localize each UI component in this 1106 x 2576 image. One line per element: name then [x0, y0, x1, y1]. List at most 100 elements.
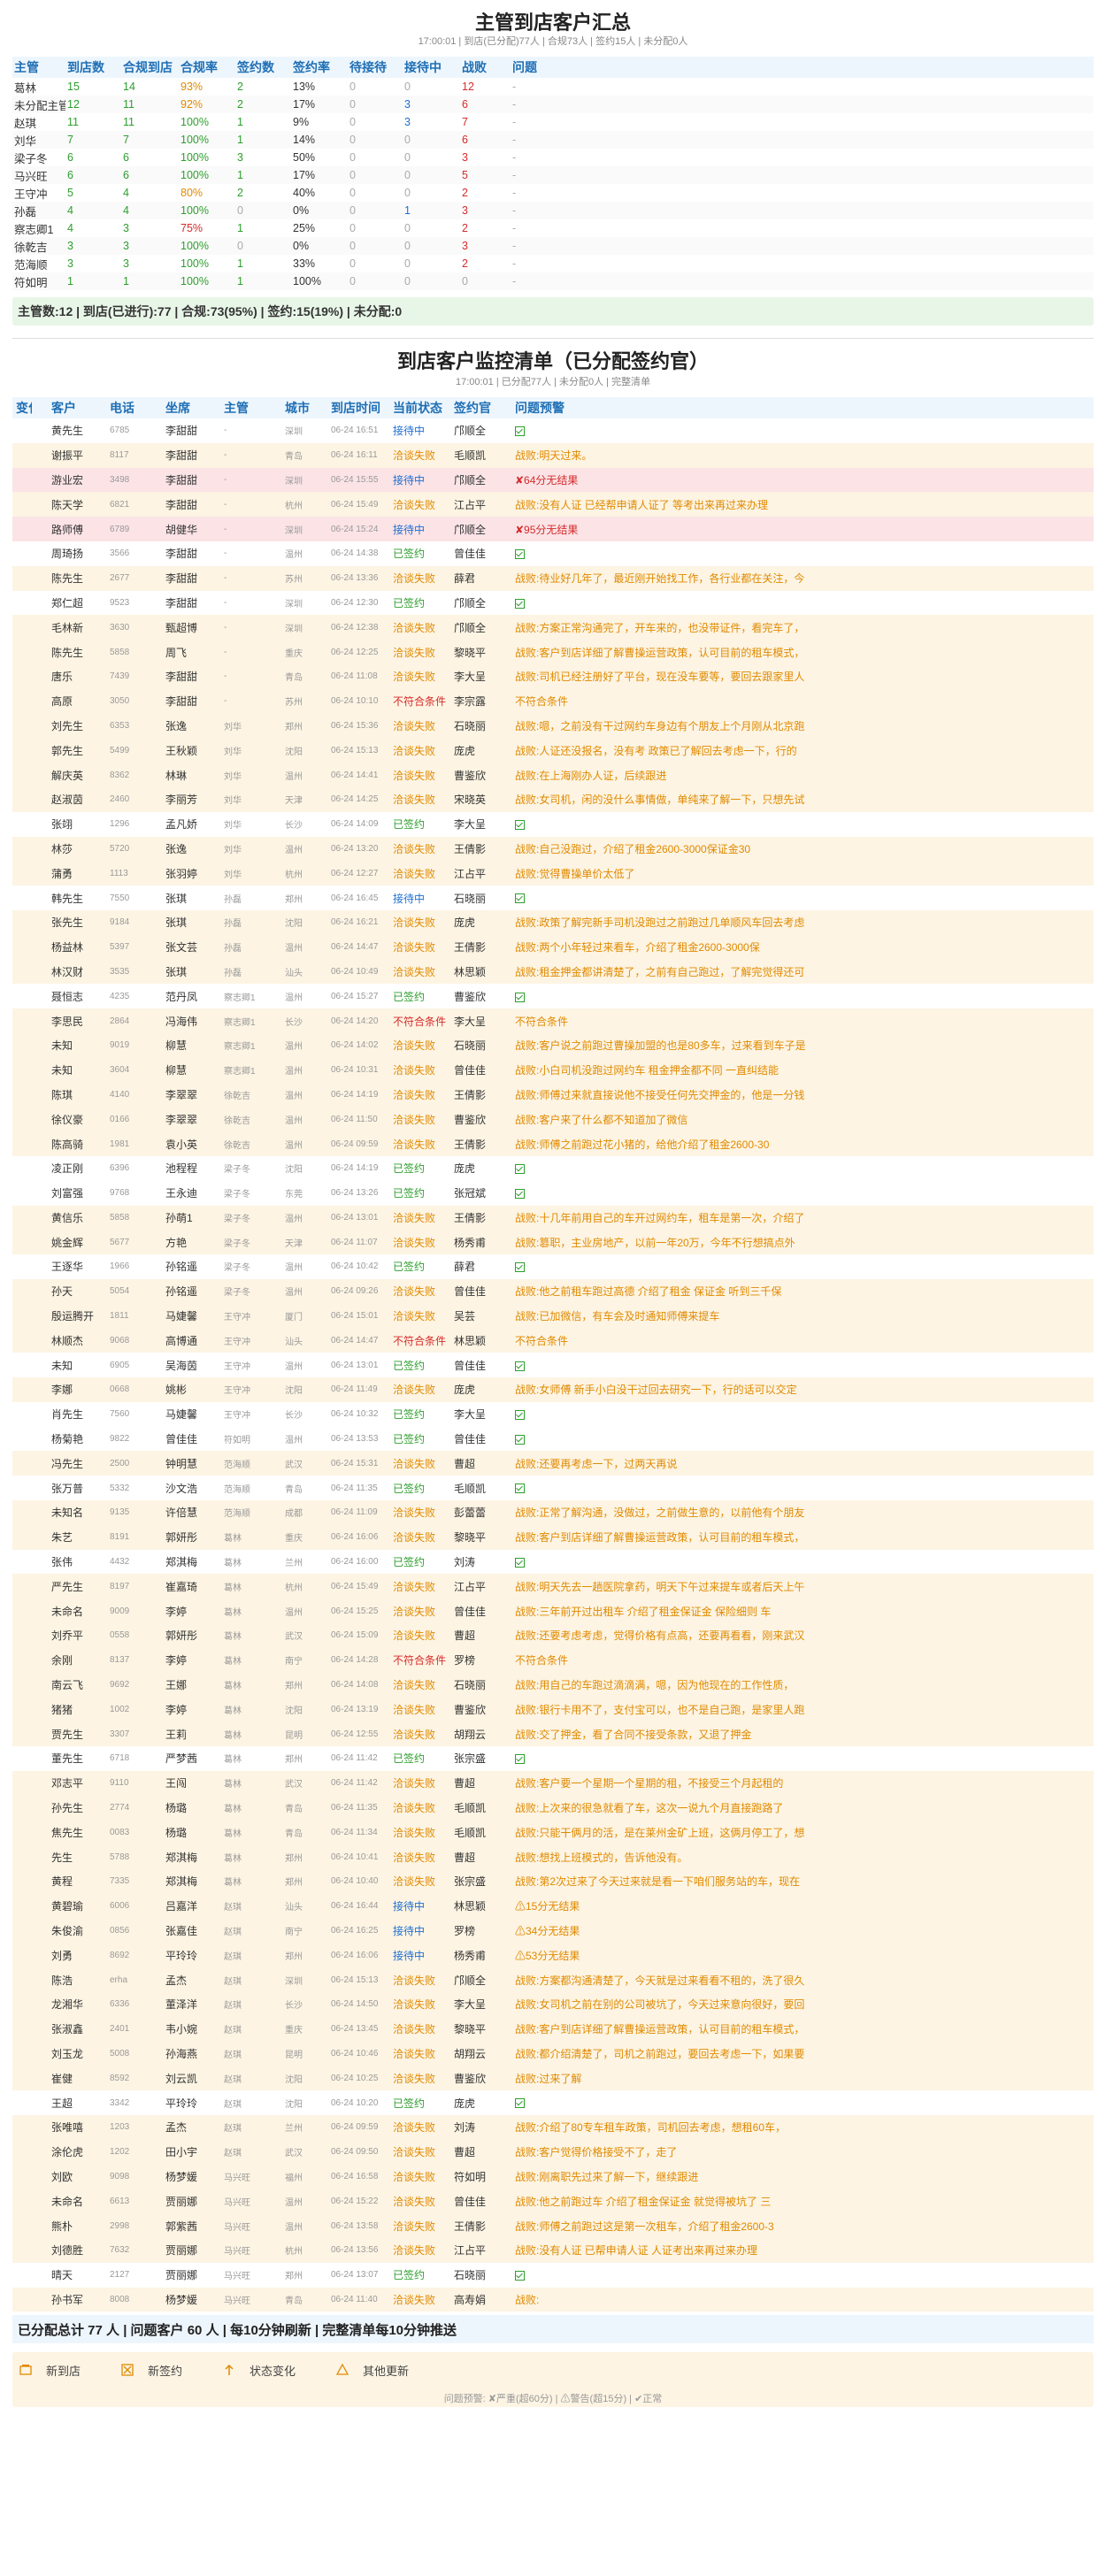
- arrival-time: 06-24 15:13: [331, 745, 379, 755]
- status: 接待中: [393, 473, 426, 487]
- phone: 3566: [110, 548, 130, 559]
- agent: 韦小婉: [165, 2023, 198, 2036]
- status: 洽谈失败: [393, 2047, 436, 2060]
- signing-officer: 王倩影: [454, 842, 487, 855]
- supervisor: -: [224, 647, 227, 657]
- supervisor: 察志卿1: [224, 993, 256, 1003]
- summary-cell: 徐乾吉: [14, 241, 48, 254]
- signing-officer: 邝顺全: [454, 1974, 487, 1987]
- supervisor: 葛林: [224, 1730, 242, 1741]
- arrival-time: 06-24 13:01: [331, 1360, 379, 1370]
- warning: [515, 1482, 1094, 1494]
- phone: 2401: [110, 2024, 130, 2035]
- arrival-time: 06-24 10:31: [331, 1065, 379, 1076]
- monitor-row: 周琦扬 3566 李甜甜 - 温州 06-24 14:38 已签约 曾佳佳: [12, 540, 1094, 566]
- customer-name: 张伟: [51, 1556, 73, 1569]
- customer-name: 黄程: [51, 1875, 73, 1889]
- summary-cell: 7: [462, 116, 468, 128]
- customer-name: 刘德胜: [51, 2244, 84, 2258]
- arrival-time: 06-24 15:24: [331, 524, 379, 534]
- city: 长沙: [285, 2001, 303, 2012]
- customer-name: 聂恒志: [51, 990, 84, 1003]
- phone: 7632: [110, 2245, 130, 2256]
- summary-cell: 100%: [293, 275, 321, 288]
- monitor-row: 王超 3342 平玲玲 赵琪 沈阳 06-24 10:20 已签约 庞虎: [12, 2090, 1094, 2115]
- phone: 3498: [110, 474, 130, 485]
- monitor-row: 游业宏 3498 李甜甜 - 深圳 06-24 15:55 接待中 邝顺全 ✘64分无结果: [12, 467, 1094, 493]
- agent: 沙文浩: [165, 1482, 198, 1495]
- arrival-time: 06-24 10:10: [331, 696, 379, 707]
- supervisor: 徐乾吉: [224, 1140, 250, 1151]
- customer-name: 张万普: [51, 1482, 84, 1495]
- city: 温州: [285, 2222, 303, 2233]
- agent: 郑淇梅: [165, 1851, 198, 1864]
- phone: erha: [110, 1974, 128, 1985]
- arrival-time: 06-24 16:11: [331, 450, 378, 461]
- status: 洽谈失败: [393, 941, 436, 954]
- warning: 战败:师傅之前跑过这是第一次租车，介绍了租金2600-3: [515, 2220, 774, 2233]
- phone: 1296: [110, 819, 130, 830]
- summary-cell: 王守冲: [14, 188, 48, 201]
- summary-cell: 6: [67, 169, 73, 181]
- status: 洽谈失败: [393, 2220, 436, 2233]
- supervisor: 王守冲: [224, 1411, 250, 1422]
- status: 接待中: [393, 1949, 426, 1962]
- arrival-time: 06-24 13:45: [331, 2024, 379, 2035]
- summary-cell: 6: [462, 134, 468, 146]
- signing-officer: 曾佳佳: [454, 548, 487, 561]
- signing-officer: 黎晓平: [454, 1531, 487, 1545]
- warning: [515, 1359, 1094, 1371]
- monitor-row: 猪猪 1002 李婷 葛林 沈阳 06-24 13:19 洽谈失败 曹鉴欣 战败:银行卡用不了，…: [12, 1697, 1094, 1722]
- signing-officer: 庞虎: [454, 2097, 476, 2110]
- summary-cell: 40%: [293, 187, 316, 199]
- signing-officer: 林思颖: [454, 1334, 487, 1347]
- warning: [515, 1261, 1094, 1273]
- summary-cell: 0: [404, 169, 411, 181]
- summary-cell: 100%: [180, 240, 209, 252]
- customer-name: 未知: [51, 1039, 73, 1053]
- city: 重庆: [285, 648, 303, 659]
- summary-row: 察志卿1 4 3 75% 1 25% 0 0 2 -: [12, 219, 1094, 237]
- signing-officer: 曾佳佳: [454, 1605, 487, 1618]
- agent: 刘云凯: [165, 2072, 198, 2085]
- status: 已签约: [393, 1408, 426, 1422]
- phone: 8008: [110, 2294, 130, 2304]
- summary-cell: 0: [349, 134, 356, 146]
- customer-name: 贾先生: [51, 1728, 84, 1741]
- monitor-row: 朱俊渝 0856 张嘉佳 赵琪 南宁 06-24 16:25 接待中 罗榜 ⚠34分无结果: [12, 1918, 1094, 1944]
- header-cell: 签约官: [454, 401, 491, 415]
- warning: 战败:第2次过来了今天过来就是看一下咱们服务站的车，现在: [515, 1875, 801, 1889]
- summary-cell: -: [512, 116, 517, 128]
- arrival-time: 06-24 14:47: [331, 1335, 379, 1346]
- city: 昆明: [285, 2050, 303, 2060]
- warning: 战败:想找上班模式的，告诉他没有。: [515, 1851, 688, 1864]
- signing-officer: 罗榜: [454, 1654, 476, 1668]
- signing-officer: 曹鉴欣: [454, 2072, 487, 2085]
- summary-cell: 3: [123, 222, 129, 234]
- signing-officer: 邝顺全: [454, 425, 487, 438]
- agent: 孙铭遥: [165, 1285, 198, 1299]
- arrival-time: 06-24 15:01: [331, 1311, 379, 1322]
- city: 温州: [285, 1436, 303, 1446]
- warning: 战败:都介绍清楚了，司机之前跑过，要回去考虑一下，如果要: [515, 2047, 805, 2060]
- summary-cell: 0: [404, 275, 411, 288]
- arrival-time: 06-24 16:58: [331, 2171, 379, 2181]
- status: 接待中: [393, 425, 426, 438]
- supervisor: 王守冲: [224, 1337, 250, 1347]
- phone: 6905: [110, 1360, 130, 1370]
- supervisor: 徐乾吉: [224, 1116, 250, 1126]
- phone: 0166: [110, 1114, 130, 1124]
- warning: 战败:还要考虑考虑，觉得价格有点高，还要再看看，刚来武汉: [515, 1629, 805, 1643]
- customer-name: 张唯嘻: [51, 2121, 84, 2135]
- customer-name: 李娜: [51, 1384, 73, 1397]
- phone: 9019: [110, 1040, 130, 1051]
- city: 温州: [285, 1361, 303, 1372]
- supervisor: 范海顺: [224, 1484, 250, 1495]
- warning: 战败:明天过来。: [515, 449, 593, 463]
- legend-item: 状态变化: [223, 2362, 296, 2379]
- status: 洽谈失败: [393, 1580, 436, 1593]
- monitor-row: 刘德胜 7632 贾丽娜 马兴旺 杭州 06-24 13:56 洽谈失败 江占平 战败:没有人证…: [12, 2237, 1094, 2263]
- signing-officer: 王倩影: [454, 2220, 487, 2233]
- warning: [515, 425, 1094, 437]
- supervisor: 范海顺: [224, 1509, 250, 1520]
